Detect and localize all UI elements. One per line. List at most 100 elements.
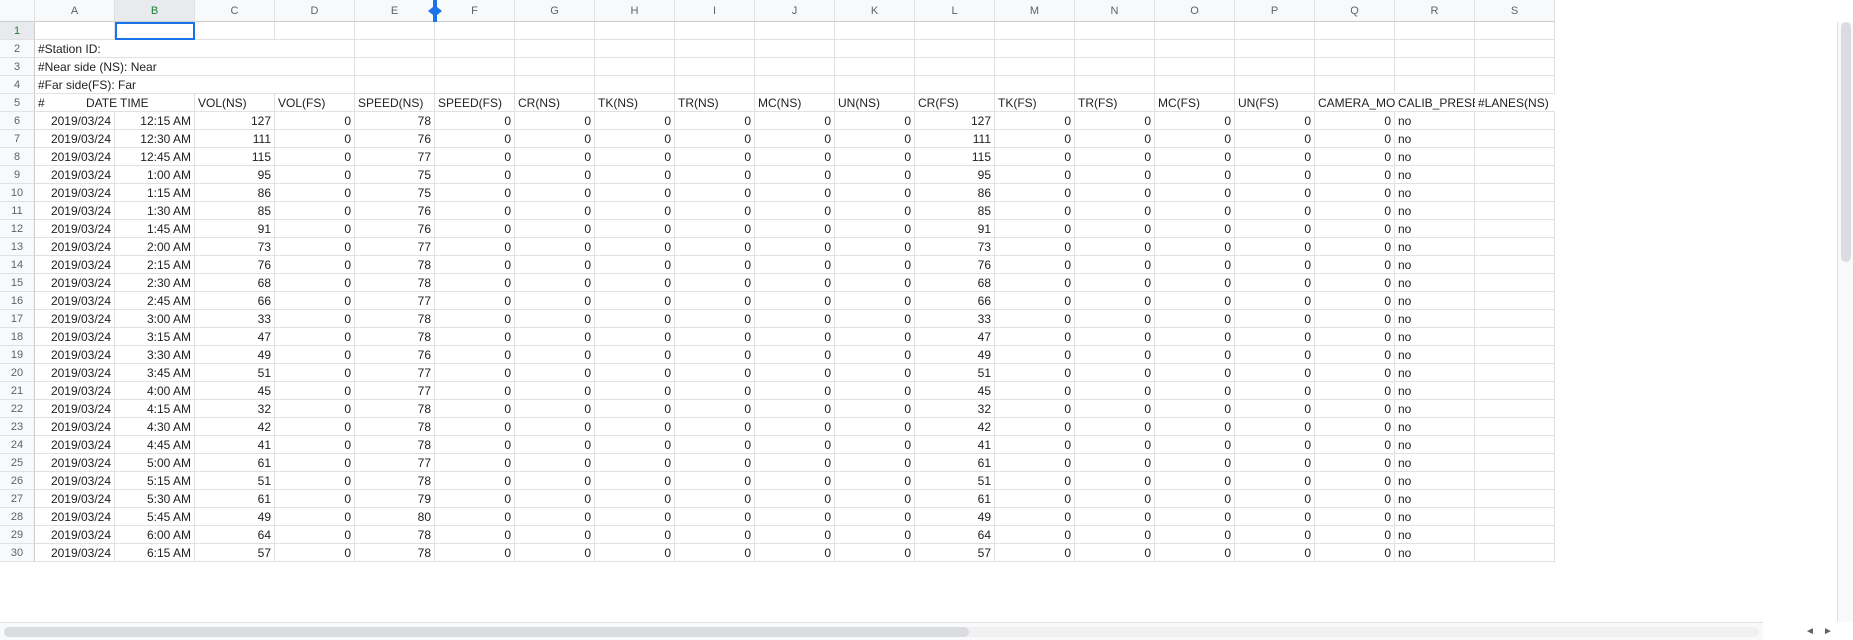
cell-F28[interactable]: 0: [435, 508, 515, 526]
cell-R27[interactable]: no: [1395, 490, 1475, 508]
cell-J4[interactable]: [755, 76, 835, 94]
cell-M13[interactable]: 0: [995, 238, 1075, 256]
cell-N6[interactable]: 0: [1075, 112, 1155, 130]
cell-N28[interactable]: 0: [1075, 508, 1155, 526]
cell-D12[interactable]: 0: [275, 220, 355, 238]
cell-P24[interactable]: 0: [1235, 436, 1315, 454]
cell-K8[interactable]: 0: [835, 148, 915, 166]
cell-Q10[interactable]: 0: [1315, 184, 1395, 202]
cell-H11[interactable]: 0: [595, 202, 675, 220]
cell-E16[interactable]: 77: [355, 292, 435, 310]
spreadsheet-grid[interactable]: ABCDEFGHIJKLMNOPQRS12345#VOL(NS)VOL(FS)S…: [0, 0, 1853, 562]
cell-E3[interactable]: [355, 58, 435, 76]
cell-H20[interactable]: 0: [595, 364, 675, 382]
cell-D22[interactable]: 0: [275, 400, 355, 418]
cell-R10[interactable]: no: [1395, 184, 1475, 202]
cell-P14[interactable]: 0: [1235, 256, 1315, 274]
cell-E10[interactable]: 75: [355, 184, 435, 202]
cell-F21[interactable]: 0: [435, 382, 515, 400]
cell-J20[interactable]: 0: [755, 364, 835, 382]
cell-A3[interactable]: [35, 58, 115, 76]
cell-G15[interactable]: 0: [515, 274, 595, 292]
cell-N7[interactable]: 0: [1075, 130, 1155, 148]
cell-K29[interactable]: 0: [835, 526, 915, 544]
cell-I19[interactable]: 0: [675, 346, 755, 364]
cell-N10[interactable]: 0: [1075, 184, 1155, 202]
cell-J17[interactable]: 0: [755, 310, 835, 328]
cell-G18[interactable]: 0: [515, 328, 595, 346]
cell-S3[interactable]: [1475, 58, 1555, 76]
cell-K21[interactable]: 0: [835, 382, 915, 400]
cell-D1[interactable]: [275, 22, 355, 40]
cell-L21[interactable]: 45: [915, 382, 995, 400]
column-header-J[interactable]: J: [755, 0, 835, 22]
cell-B18[interactable]: 3:15 AM: [115, 328, 195, 346]
cell-J5[interactable]: MC(NS): [755, 94, 835, 112]
cell-A14[interactable]: 2019/03/24: [35, 256, 115, 274]
cell-G29[interactable]: 0: [515, 526, 595, 544]
cell-L13[interactable]: 73: [915, 238, 995, 256]
cell-N18[interactable]: 0: [1075, 328, 1155, 346]
cell-B22[interactable]: 4:15 AM: [115, 400, 195, 418]
row-header-16[interactable]: 16: [0, 292, 35, 310]
cell-Q23[interactable]: 0: [1315, 418, 1395, 436]
column-header-M[interactable]: M: [995, 0, 1075, 22]
cell-D13[interactable]: 0: [275, 238, 355, 256]
cell-P30[interactable]: 0: [1235, 544, 1315, 562]
cell-R2[interactable]: [1395, 40, 1475, 58]
cell-G3[interactable]: [515, 58, 595, 76]
cell-B7[interactable]: 12:30 AM: [115, 130, 195, 148]
row-header-29[interactable]: 29: [0, 526, 35, 544]
cell-S9[interactable]: [1475, 166, 1555, 184]
cell-D7[interactable]: 0: [275, 130, 355, 148]
cell-J16[interactable]: 0: [755, 292, 835, 310]
cell-C5[interactable]: VOL(NS): [195, 94, 275, 112]
cell-L30[interactable]: 57: [915, 544, 995, 562]
cell-I26[interactable]: 0: [675, 472, 755, 490]
cell-R21[interactable]: no: [1395, 382, 1475, 400]
cell-F19[interactable]: 0: [435, 346, 515, 364]
cell-R6[interactable]: no: [1395, 112, 1475, 130]
cell-L18[interactable]: 47: [915, 328, 995, 346]
cell-Q12[interactable]: 0: [1315, 220, 1395, 238]
cell-Q15[interactable]: 0: [1315, 274, 1395, 292]
cell-D16[interactable]: 0: [275, 292, 355, 310]
cell-F26[interactable]: 0: [435, 472, 515, 490]
cell-E12[interactable]: 76: [355, 220, 435, 238]
cell-B28[interactable]: 5:45 AM: [115, 508, 195, 526]
cell-R14[interactable]: no: [1395, 256, 1475, 274]
cell-B14[interactable]: 2:15 AM: [115, 256, 195, 274]
cell-I18[interactable]: 0: [675, 328, 755, 346]
cell-R12[interactable]: no: [1395, 220, 1475, 238]
cell-F27[interactable]: 0: [435, 490, 515, 508]
cell-B9[interactable]: 1:00 AM: [115, 166, 195, 184]
cell-H13[interactable]: 0: [595, 238, 675, 256]
column-header-H[interactable]: H: [595, 0, 675, 22]
cell-A13[interactable]: 2019/03/24: [35, 238, 115, 256]
cell-D3[interactable]: [275, 58, 355, 76]
cell-A8[interactable]: 2019/03/24: [35, 148, 115, 166]
cell-E5[interactable]: SPEED(NS): [355, 94, 435, 112]
cell-L6[interactable]: 127: [915, 112, 995, 130]
column-header-R[interactable]: R: [1395, 0, 1475, 22]
cell-Q30[interactable]: 0: [1315, 544, 1395, 562]
cell-K20[interactable]: 0: [835, 364, 915, 382]
cell-S26[interactable]: [1475, 472, 1555, 490]
cell-C10[interactable]: 86: [195, 184, 275, 202]
row-header-27[interactable]: 27: [0, 490, 35, 508]
cell-I24[interactable]: 0: [675, 436, 755, 454]
row-header-10[interactable]: 10: [0, 184, 35, 202]
cell-P20[interactable]: 0: [1235, 364, 1315, 382]
cell-I3[interactable]: [675, 58, 755, 76]
cell-Q7[interactable]: 0: [1315, 130, 1395, 148]
cell-H14[interactable]: 0: [595, 256, 675, 274]
cell-F4[interactable]: [435, 76, 515, 94]
cell-G8[interactable]: 0: [515, 148, 595, 166]
cell-G17[interactable]: 0: [515, 310, 595, 328]
cell-H8[interactable]: 0: [595, 148, 675, 166]
cell-M11[interactable]: 0: [995, 202, 1075, 220]
row-header-17[interactable]: 17: [0, 310, 35, 328]
cell-I10[interactable]: 0: [675, 184, 755, 202]
cell-K5[interactable]: UN(NS): [835, 94, 915, 112]
row-header-12[interactable]: 12: [0, 220, 35, 238]
